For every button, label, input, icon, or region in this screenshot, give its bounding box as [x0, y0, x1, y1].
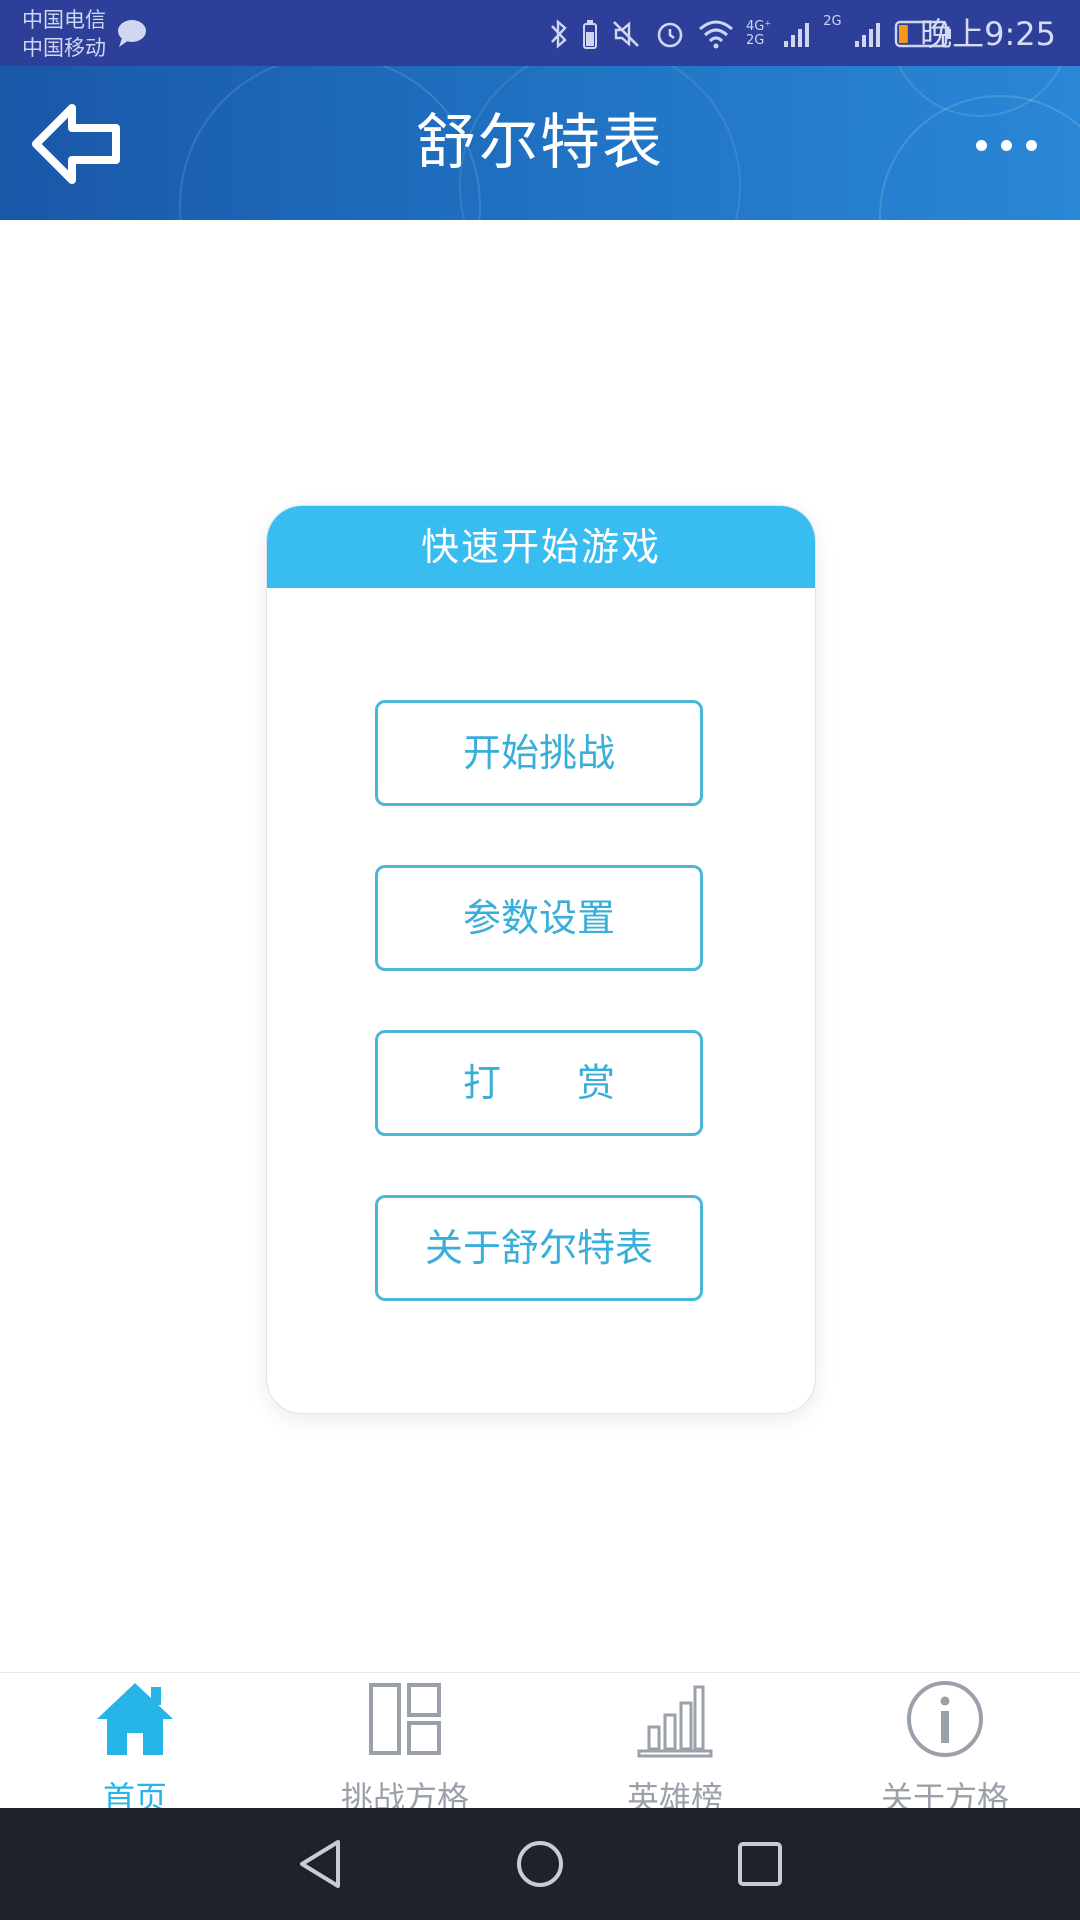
tab-leaderboard[interactable]: 英雄榜	[540, 1673, 810, 1809]
bottom-tab-bar: 首页 挑战方格 英雄榜 关于方格	[0, 1672, 1080, 1809]
tab-home[interactable]: 首页	[0, 1673, 270, 1809]
network-type-1: 4G⁺ 2G	[746, 20, 771, 48]
dot	[1026, 139, 1037, 151]
more-dots-icon[interactable]	[976, 130, 1040, 160]
quick-start-card: 快速开始游戏 开始挑战 参数设置 打 赏 关于舒尔特表	[266, 505, 816, 1414]
battery-small-icon	[583, 20, 597, 49]
settings-button[interactable]: 参数设置	[375, 865, 703, 971]
network-type-2: 2G	[823, 14, 842, 29]
network-label-2: 2G	[746, 33, 765, 48]
reward-button[interactable]: 打 赏	[375, 1030, 703, 1136]
dot	[976, 139, 987, 151]
nav-home-icon[interactable]	[514, 1838, 566, 1890]
tab-label: 英雄榜	[626, 1779, 723, 1809]
system-nav-bar	[0, 1808, 1080, 1920]
info-icon	[907, 1681, 983, 1757]
tab-label: 关于方格	[880, 1779, 1009, 1809]
about-schulte-button[interactable]: 关于舒尔特表	[375, 1195, 703, 1301]
bluetooth-icon	[551, 19, 567, 49]
grid-layout-icon	[369, 1683, 441, 1755]
bar-chart-icon	[637, 1685, 713, 1758]
nav-recents-icon[interactable]	[734, 1838, 786, 1890]
tab-label: 挑战方格	[340, 1779, 469, 1809]
start-challenge-button[interactable]: 开始挑战	[375, 700, 703, 806]
nav-back-icon[interactable]	[296, 1838, 348, 1890]
carrier-2: 中国移动	[22, 36, 106, 60]
app-header: 舒尔特表	[0, 66, 1080, 220]
carrier-names: 中国电信 中国移动	[22, 6, 106, 62]
tab-about-grid[interactable]: 关于方格	[810, 1673, 1080, 1809]
tab-label: 首页	[102, 1779, 167, 1809]
status-bar: 中国电信 中国移动 4G⁺ 2G 2G 晚上9:25	[0, 0, 1080, 66]
chat-icon	[118, 20, 146, 47]
card-title: 快速开始游戏	[267, 506, 815, 588]
status-time: 晚上9:25	[920, 15, 1056, 53]
carrier-1: 中国电信	[22, 8, 106, 32]
dot	[1001, 139, 1012, 151]
network-label-1: 4G⁺	[746, 19, 772, 34]
signal-icon	[854, 23, 880, 47]
alarm-icon	[657, 22, 683, 48]
signal-icon	[784, 23, 810, 47]
tab-challenge-grid[interactable]: 挑战方格	[270, 1673, 540, 1809]
page-title: 舒尔特表	[416, 108, 664, 178]
wifi-icon	[699, 20, 733, 49]
home-icon	[97, 1683, 173, 1755]
status-icons: 4G⁺ 2G 2G	[548, 14, 952, 54]
mute-icon	[613, 21, 639, 47]
